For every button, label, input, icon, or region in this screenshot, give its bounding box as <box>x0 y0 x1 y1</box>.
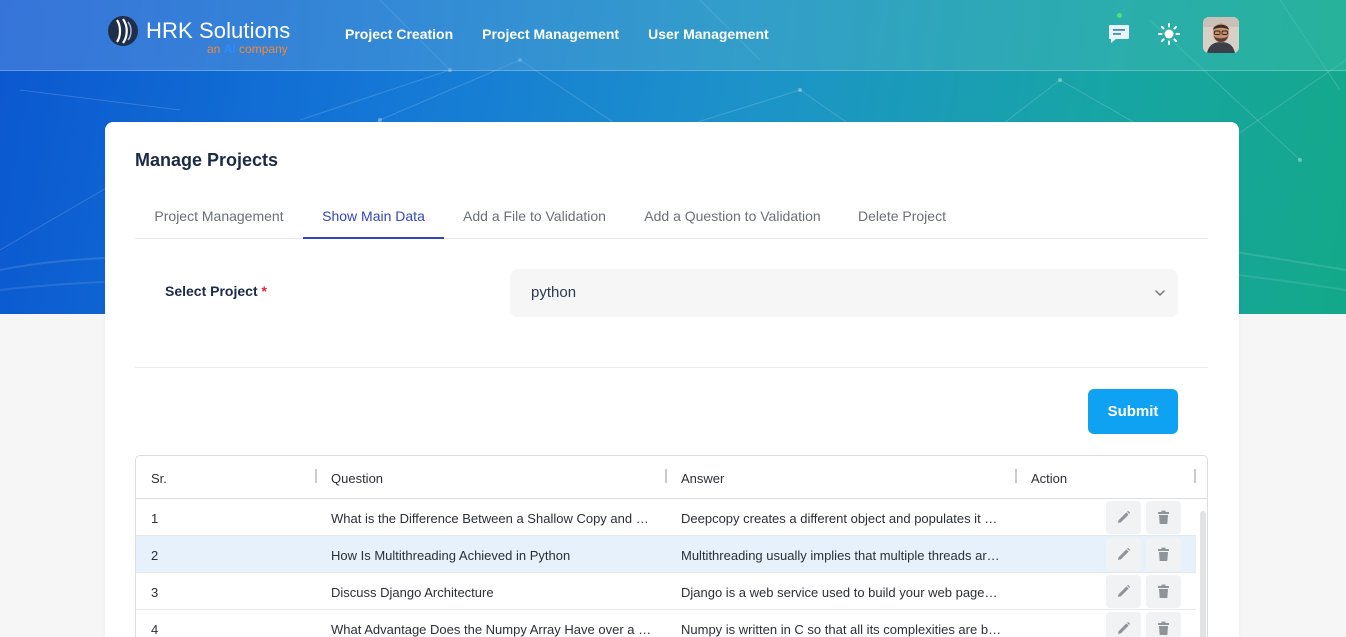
column-header-sr[interactable]: Sr. <box>151 471 167 486</box>
cell-answer: Multithreading usually implies that mult… <box>681 548 1003 563</box>
cell-sr: 3 <box>151 585 159 600</box>
trash-icon <box>1158 621 1169 635</box>
pencil-icon <box>1118 584 1131 597</box>
pencil-icon <box>1118 547 1131 560</box>
section-divider <box>135 367 1208 368</box>
brand-tagline: an AI company <box>207 42 288 56</box>
project-select-value: python <box>531 284 577 301</box>
pencil-icon <box>1118 510 1131 523</box>
cell-sr: 2 <box>151 548 159 563</box>
column-resize-handle[interactable] <box>1015 469 1017 483</box>
table-header: Sr. Question Answer Action <box>136 456 1207 499</box>
tab-bar: Project Management Show Main Data Add a … <box>135 198 1208 239</box>
nav-user-management[interactable]: User Management <box>648 26 769 42</box>
edit-button[interactable] <box>1106 501 1141 534</box>
table-row[interactable]: 2 How Is Multithreading Achieved in Pyth… <box>136 536 1196 573</box>
select-project-label: Select Project * <box>165 283 267 299</box>
notification-dot <box>1117 13 1122 18</box>
column-header-question[interactable]: Question <box>331 471 383 486</box>
nav-project-management[interactable]: Project Management <box>482 26 619 42</box>
tab-add-file-to-validation[interactable]: Add a File to Validation <box>444 198 625 239</box>
delete-button[interactable] <box>1146 612 1181 637</box>
table-scrollbar[interactable] <box>1197 499 1207 637</box>
main-nav: Project Creation Project Management User… <box>345 26 769 42</box>
page-title: Manage Projects <box>135 150 279 170</box>
project-select[interactable]: python <box>510 269 1178 317</box>
column-header-action[interactable]: Action <box>1031 471 1067 486</box>
scrollbar-thumb[interactable] <box>1200 511 1206 637</box>
tab-delete-project[interactable]: Delete Project <box>840 198 964 239</box>
table-row[interactable]: 3 Discuss Django Architecture Django is … <box>136 573 1196 610</box>
cell-question: What Advantage Does the Numpy Array Have… <box>331 622 653 637</box>
chevron-down-icon <box>1155 290 1165 296</box>
column-header-answer[interactable]: Answer <box>681 471 724 486</box>
trash-icon <box>1158 547 1169 561</box>
edit-button[interactable] <box>1106 538 1141 571</box>
cell-sr: 4 <box>151 622 159 637</box>
nav-project-creation[interactable]: Project Creation <box>345 26 453 42</box>
user-photo <box>1203 17 1239 53</box>
required-marker: * <box>261 283 267 299</box>
tab-show-main-data[interactable]: Show Main Data <box>303 198 444 239</box>
cell-answer: Deepcopy creates a different object and … <box>681 511 1003 526</box>
edit-button[interactable] <box>1106 575 1141 608</box>
pencil-icon <box>1118 621 1131 634</box>
tab-project-management[interactable]: Project Management <box>135 198 303 239</box>
cell-question: How Is Multithreading Achieved in Python <box>331 548 571 563</box>
column-resize-handle[interactable] <box>1194 469 1196 483</box>
chat-icon[interactable] <box>1108 24 1130 44</box>
manage-projects-card: Manage Projects Project Management Show … <box>105 122 1239 637</box>
column-resize-handle[interactable] <box>315 469 317 483</box>
brand-title: HRK Solutions <box>146 18 291 43</box>
table-row[interactable]: 4 What Advantage Does the Numpy Array Ha… <box>136 610 1196 637</box>
submit-button[interactable]: Submit <box>1088 389 1178 434</box>
tab-add-question-to-validation[interactable]: Add a Question to Validation <box>625 198 840 239</box>
questions-table: Sr. Question Answer Action 1 What is the… <box>135 455 1208 637</box>
edit-button[interactable] <box>1106 612 1141 637</box>
cell-sr: 1 <box>151 511 159 526</box>
cell-question: What is the Difference Between a Shallow… <box>331 511 653 526</box>
cell-answer: Numpy is written in C so that all its co… <box>681 622 1003 637</box>
brand-logo[interactable]: HRK Solutions an AI company <box>107 14 307 58</box>
sun-icon[interactable] <box>1158 23 1180 45</box>
cell-answer: Django is a web service used to build yo… <box>681 585 1003 600</box>
delete-button[interactable] <box>1146 538 1181 571</box>
user-avatar[interactable] <box>1203 17 1239 53</box>
cell-question: Discuss Django Architecture <box>331 585 494 600</box>
trash-icon <box>1158 584 1169 598</box>
delete-button[interactable] <box>1146 575 1181 608</box>
top-navigation-bar: HRK Solutions an AI company Project Crea… <box>0 0 1346 71</box>
table-row[interactable]: 1 What is the Difference Between a Shall… <box>136 499 1196 536</box>
hrk-logo-icon <box>108 16 138 46</box>
trash-icon <box>1158 510 1169 524</box>
delete-button[interactable] <box>1146 501 1181 534</box>
column-resize-handle[interactable] <box>665 469 667 483</box>
